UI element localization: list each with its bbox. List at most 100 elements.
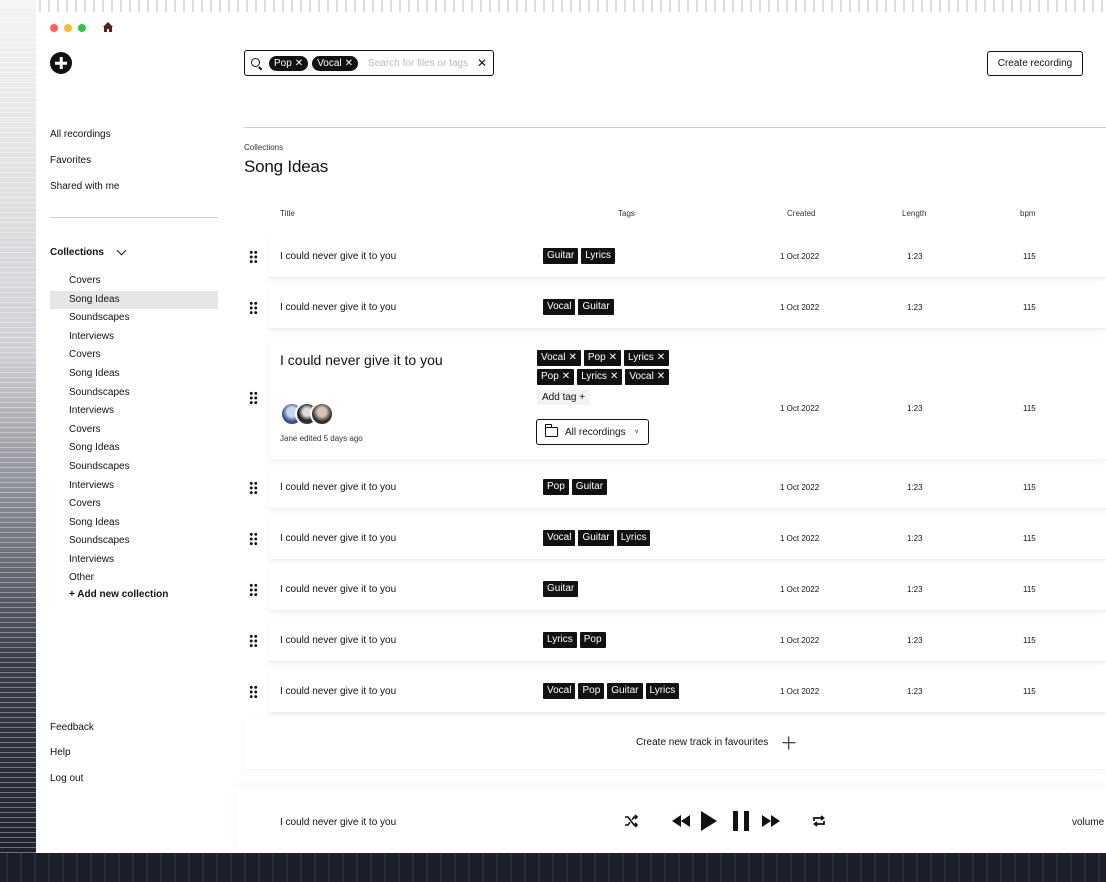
- tag[interactable]: Guitar: [578, 530, 614, 546]
- collection-item[interactable]: Interviews: [50, 551, 218, 570]
- add-collection-button[interactable]: + Add new collection: [50, 585, 218, 605]
- tag[interactable]: Vocal: [543, 530, 576, 546]
- tag[interactable]: Vocal ✕: [537, 350, 581, 366]
- collection-item-other[interactable]: Other: [50, 570, 218, 585]
- drag-handle-icon[interactable]: [249, 685, 258, 699]
- table-row[interactable]: I could never give it to you Guitar Lyri…: [269, 235, 1106, 278]
- nav-all-recordings[interactable]: All recordings: [50, 129, 111, 140]
- tag[interactable]: Guitar: [607, 683, 643, 699]
- tag[interactable]: Vocal ✕: [625, 369, 670, 385]
- nav-favorites[interactable]: Favorites: [50, 155, 91, 166]
- remove-tag-icon[interactable]: ✕: [657, 352, 665, 363]
- tag[interactable]: Guitar: [571, 479, 608, 495]
- collection-item[interactable]: Interviews: [50, 328, 218, 347]
- collection-item[interactable]: Song Ideas: [50, 365, 218, 384]
- remove-tag-icon[interactable]: ✕: [610, 371, 618, 382]
- column-header-title[interactable]: Title: [280, 209, 295, 218]
- remove-chip-icon[interactable]: ✕: [345, 58, 353, 69]
- collection-item[interactable]: Soundscapes: [50, 458, 218, 477]
- drag-handle-icon[interactable]: [249, 634, 258, 648]
- shuffle-icon[interactable]: [624, 814, 638, 828]
- collection-item[interactable]: Interviews: [50, 402, 218, 421]
- repeat-icon[interactable]: [812, 814, 826, 828]
- tag[interactable]: Pop: [543, 479, 569, 495]
- tag[interactable]: Lyrics: [616, 530, 651, 546]
- row-title: I could never give it to you: [280, 251, 397, 262]
- column-header-created[interactable]: Created: [787, 209, 815, 218]
- column-header-bpm[interactable]: bpm: [1020, 209, 1036, 218]
- help-link[interactable]: Help: [50, 747, 71, 758]
- remove-tag-icon[interactable]: ✕: [562, 371, 570, 382]
- tag[interactable]: Guitar: [578, 299, 614, 315]
- create-recording-button[interactable]: Create recording: [987, 51, 1083, 76]
- column-header-tags[interactable]: Tags: [618, 209, 635, 218]
- create-track-button[interactable]: Create new track in favourites: [636, 736, 795, 749]
- column-header-length[interactable]: Length: [902, 209, 926, 218]
- table-row[interactable]: I could never give it to you Vocal Guita…: [269, 286, 1106, 329]
- tag[interactable]: Guitar: [543, 581, 579, 597]
- drag-handle-icon[interactable]: [249, 583, 258, 597]
- collection-item[interactable]: Covers: [50, 495, 218, 514]
- collection-item[interactable]: Soundscapes: [50, 309, 218, 328]
- tag[interactable]: Pop: [579, 632, 606, 648]
- collection-item[interactable]: Song Ideas: [50, 439, 218, 458]
- collections-toggle[interactable]: Collections: [50, 245, 127, 258]
- table-row[interactable]: I could never give it to you Vocal Pop G…: [269, 670, 1106, 713]
- search-chip[interactable]: Pop ✕: [269, 55, 309, 71]
- row-tags: Vocal Pop Guitar Lyrics: [543, 683, 680, 699]
- tag[interactable]: Vocal: [543, 683, 576, 699]
- tag[interactable]: Pop ✕: [537, 369, 575, 385]
- remove-chip-icon[interactable]: ✕: [295, 58, 303, 69]
- breadcrumb[interactable]: Collections: [244, 143, 283, 152]
- drag-handle-icon[interactable]: [249, 301, 258, 315]
- table-row-expanded[interactable]: I could never give it to you Vocal ✕ Pop ✕…: [269, 337, 1106, 459]
- search-bar[interactable]: Pop ✕ Vocal ✕ Search for files or tags ✕: [244, 50, 494, 76]
- add-tag-button[interactable]: Add tag +: [537, 390, 591, 405]
- drag-handle-icon[interactable]: [249, 532, 258, 546]
- collection-item[interactable]: Song Ideas: [50, 514, 218, 533]
- tag[interactable]: Lyrics: [645, 683, 680, 699]
- collection-item[interactable]: Covers: [50, 421, 218, 440]
- logout-link[interactable]: Log out: [50, 773, 83, 784]
- search-chip[interactable]: Vocal ✕: [312, 55, 359, 71]
- avatar[interactable]: [310, 402, 334, 426]
- table-row[interactable]: I could never give it to you Lyrics Pop …: [269, 619, 1106, 662]
- tag[interactable]: Pop ✕: [583, 350, 622, 366]
- sidebar: All recordings Favorites Shared with me …: [36, 12, 236, 853]
- rewind-icon[interactable]: [672, 815, 690, 827]
- drag-handle-icon[interactable]: [249, 250, 258, 264]
- tag[interactable]: Lyrics ✕: [624, 350, 670, 366]
- fast-forward-icon[interactable]: [762, 815, 780, 827]
- remove-tag-icon[interactable]: ✕: [568, 352, 576, 363]
- play-icon[interactable]: [700, 811, 718, 831]
- tag[interactable]: Vocal: [543, 299, 576, 315]
- collection-item-active[interactable]: Song Ideas: [50, 290, 218, 310]
- tag[interactable]: Guitar: [543, 248, 579, 264]
- logo-plus-icon[interactable]: [50, 52, 72, 74]
- tag[interactable]: Lyrics: [581, 248, 615, 264]
- remove-tag-icon[interactable]: ✕: [657, 371, 665, 382]
- folder-icon: [544, 424, 558, 437]
- clear-search-icon[interactable]: ✕: [477, 56, 487, 70]
- feedback-link[interactable]: Feedback: [50, 722, 94, 733]
- search-input[interactable]: Search for files or tags: [368, 58, 473, 69]
- table-row[interactable]: I could never give it to you Vocal Guita…: [269, 517, 1106, 560]
- folder-dropdown[interactable]: All recordings ˅: [536, 419, 649, 445]
- table-row[interactable]: I could never give it to you Guitar 1 Oc…: [269, 568, 1106, 611]
- tag[interactable]: Lyrics ✕: [577, 369, 623, 385]
- tag[interactable]: Pop: [578, 683, 605, 699]
- volume-control[interactable]: volume: [1072, 817, 1104, 828]
- collection-item[interactable]: Soundscapes: [50, 384, 218, 403]
- remove-tag-icon[interactable]: ✕: [609, 352, 617, 363]
- drag-handle-icon[interactable]: [249, 391, 258, 405]
- tag[interactable]: Lyrics: [543, 632, 577, 648]
- table-row[interactable]: I could never give it to you Pop Guitar …: [269, 466, 1106, 509]
- row-length: 1:23: [907, 252, 923, 261]
- nav-shared-with-me[interactable]: Shared with me: [50, 181, 119, 192]
- collection-item[interactable]: Covers: [50, 346, 218, 365]
- collection-item[interactable]: Soundscapes: [50, 532, 218, 551]
- collection-item[interactable]: Interviews: [50, 477, 218, 496]
- collection-item[interactable]: Covers: [50, 272, 218, 291]
- pause-icon[interactable]: [732, 811, 750, 831]
- drag-handle-icon[interactable]: [249, 481, 258, 495]
